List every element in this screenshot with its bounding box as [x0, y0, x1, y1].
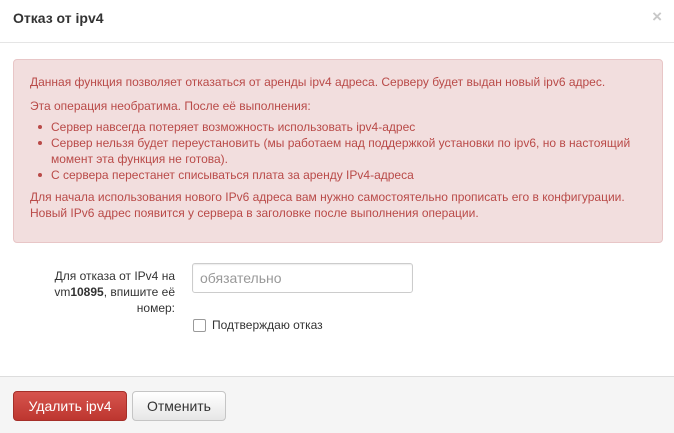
confirm-checkbox[interactable] [193, 318, 206, 332]
warning-alert: Данная функция позволяет отказаться от а… [13, 59, 663, 243]
label-suffix: , впишите её номер: [103, 285, 175, 315]
alert-intro: Данная функция позволяет отказаться от а… [30, 75, 606, 89]
cancel-button[interactable]: Отменить [132, 391, 226, 421]
list-item: Сервер навсегда потеряет возможность исп… [38, 119, 646, 135]
vm-number-input[interactable] [192, 263, 413, 293]
alert-consequences-list: Сервер навсегда потеряет возможность исп… [30, 119, 646, 183]
dialog-footer: Удалить ipv4 Отменить [0, 376, 674, 433]
alert-ipv6-instructions: Для начала использования нового IPv6 адр… [30, 190, 625, 220]
confirm-checkbox-row[interactable]: Подтверждаю отказ [193, 318, 323, 332]
list-item: Сервер нельзя будет переустановить (мы р… [38, 135, 646, 167]
dialog-header: Отказ от ipv4 × [0, 0, 674, 43]
close-icon[interactable]: × [652, 8, 662, 25]
confirm-checkbox-label[interactable]: Подтверждаю отказ [212, 318, 323, 332]
alert-irreversible-note: Эта операция необратима. После её выполн… [30, 99, 311, 113]
dialog-title: Отказ от ipv4 [13, 10, 104, 26]
list-item: С сервера перестанет списываться плата з… [38, 167, 646, 183]
vm-number: 10895 [70, 285, 104, 299]
delete-ipv4-button[interactable]: Удалить ipv4 [13, 391, 127, 421]
confirm-field-label: Для отказа от IPv4 на vm10895, впишите е… [15, 268, 175, 316]
